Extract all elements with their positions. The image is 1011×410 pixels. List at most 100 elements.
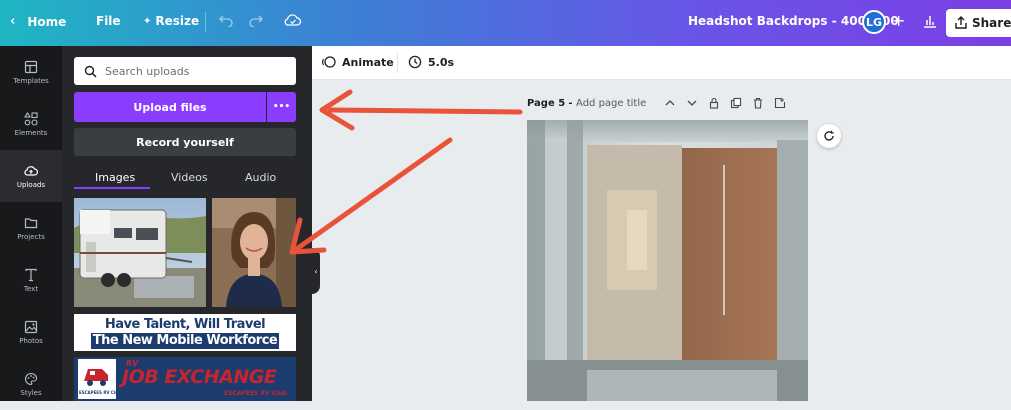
- record-yourself-button[interactable]: Record yourself: [74, 128, 296, 156]
- editor-toolbar: Animate 5.0s: [312, 46, 1011, 80]
- bar-chart-icon: [924, 16, 936, 28]
- more-icon: •••: [272, 102, 291, 112]
- rail-label: Projects: [17, 232, 45, 241]
- share-button[interactable]: Share: [946, 9, 1011, 37]
- rv-logo-icon: [84, 369, 108, 386]
- animate-button[interactable]: Animate: [322, 55, 394, 69]
- file-label: File: [96, 14, 121, 28]
- move-up-icon[interactable]: [664, 97, 676, 109]
- headshot-photo-thumbnail[interactable]: [212, 198, 296, 307]
- photo-icon: [24, 320, 38, 333]
- rail-item-templates[interactable]: Templates: [0, 46, 62, 98]
- clock-icon: [408, 55, 422, 69]
- file-menu[interactable]: File: [96, 14, 121, 28]
- toolbar-divider: [397, 53, 398, 73]
- upload-files-label: Upload files: [133, 100, 207, 114]
- undo-icon: [219, 15, 233, 27]
- logo-text: ESCAPEES RV Club: [79, 390, 121, 395]
- lock-icon[interactable]: [708, 97, 720, 109]
- tab-videos[interactable]: Videos: [171, 171, 208, 184]
- resize-button[interactable]: ✦ Resize: [143, 14, 199, 28]
- animate-label: Animate: [342, 55, 394, 69]
- rail-label: Templates: [13, 76, 49, 85]
- banner-line-1: Have Talent, Will Travel: [104, 316, 266, 332]
- refresh-icon: [824, 130, 834, 141]
- redo-icon: [249, 15, 263, 27]
- palette-icon: [25, 372, 38, 385]
- rail-label: Uploads: [16, 180, 46, 189]
- cloud-upload-icon: [24, 165, 38, 176]
- rail-item-uploads[interactable]: Uploads: [0, 150, 62, 202]
- redo-button[interactable]: [248, 13, 264, 27]
- avatar[interactable]: LG: [862, 10, 886, 34]
- cloud-saved-button[interactable]: [284, 13, 302, 27]
- chevron-left-icon: ‹: [10, 14, 16, 29]
- arrowhead: [319, 89, 355, 131]
- tab-videos-label: Videos: [171, 171, 208, 184]
- rail-label: Elements: [14, 128, 48, 137]
- rail-label: Text: [23, 284, 39, 293]
- page-actions: [664, 97, 786, 109]
- insights-button[interactable]: [922, 13, 938, 29]
- undo-button[interactable]: [218, 13, 234, 27]
- folder-icon: [24, 217, 38, 228]
- search-input[interactable]: Search uploads: [74, 57, 296, 85]
- home-button[interactable]: ‹ Home: [10, 14, 66, 29]
- add-collaborator-button[interactable]: +: [892, 11, 905, 30]
- share-icon: [955, 16, 967, 29]
- banner-line-2: The New Mobile Workforce: [90, 332, 280, 349]
- mobile-workforce-banner[interactable]: Have Talent, Will Travel The New Mobile …: [74, 314, 296, 351]
- search-icon: [84, 65, 97, 78]
- escapees-logo: ESCAPEES RV Club: [78, 359, 121, 399]
- duration-label: 5.0s: [428, 55, 455, 69]
- animate-icon: [322, 56, 336, 68]
- share-label: Share: [972, 16, 1011, 30]
- tab-images[interactable]: Images: [95, 171, 135, 184]
- chevron-left-icon: ‹: [314, 266, 318, 276]
- rail-item-elements[interactable]: Elements: [0, 98, 62, 150]
- rail-item-photos[interactable]: Photos: [0, 306, 62, 358]
- rv-photo-thumbnail[interactable]: [74, 198, 206, 307]
- collapse-panel-button[interactable]: ‹: [312, 248, 320, 294]
- duplicate-icon[interactable]: [730, 97, 742, 109]
- banner-job-exchange: JOB EXCHANGE: [122, 366, 277, 388]
- home-label: Home: [27, 14, 67, 29]
- rail-item-text[interactable]: Text: [0, 254, 62, 306]
- trash-icon[interactable]: [752, 97, 764, 109]
- add-page-icon[interactable]: [774, 97, 786, 109]
- duration-button[interactable]: 5.0s: [408, 55, 454, 69]
- rail-label: Photos: [19, 336, 43, 345]
- page-title-input[interactable]: Add page title: [576, 98, 646, 109]
- resize-label: Resize: [155, 14, 200, 28]
- job-exchange-banner[interactable]: ESCAPEES RV Club RV JOB EXCHANGE ESCAPEE…: [74, 357, 296, 401]
- refresh-button[interactable]: [817, 124, 841, 148]
- design-canvas[interactable]: [527, 120, 808, 401]
- rail-item-projects[interactable]: Projects: [0, 202, 62, 254]
- rv-photo: [74, 198, 206, 307]
- templates-icon: [24, 60, 38, 73]
- active-tab-indicator: [74, 187, 150, 189]
- office-backdrop-image: [527, 120, 808, 401]
- page-label: Page 5: [527, 98, 566, 109]
- top-bar: ‹ Home File ✦ Resize Headshot Backdrops …: [0, 0, 1011, 46]
- cloud-check-icon: [284, 14, 302, 26]
- record-yourself-label: Record yourself: [136, 135, 234, 149]
- uploads-panel: Search uploads Upload files ••• Record y…: [62, 46, 312, 401]
- move-down-icon[interactable]: [686, 97, 698, 109]
- search-placeholder: Search uploads: [105, 64, 190, 78]
- rail-label: Styles: [20, 388, 42, 397]
- plus-icon: +: [892, 11, 906, 30]
- arrow-to-upload-button: [327, 107, 523, 115]
- upload-more-button[interactable]: •••: [267, 92, 296, 122]
- headshot-photo: [212, 198, 296, 307]
- page-separator: -: [568, 98, 577, 109]
- tab-images-label: Images: [95, 171, 136, 184]
- arrow-to-headshot: [295, 137, 453, 251]
- banner-brand: ESCAPEES RV Club: [224, 390, 287, 397]
- rail-item-styles[interactable]: Styles: [0, 358, 62, 410]
- tab-audio-label: Audio: [245, 171, 277, 184]
- side-rail: Templates Elements Uploads Projects Text…: [0, 46, 62, 401]
- upload-files-button[interactable]: Upload files: [74, 92, 266, 122]
- tab-audio[interactable]: Audio: [245, 171, 276, 184]
- page-header: Page 5 - Add page title: [527, 98, 646, 109]
